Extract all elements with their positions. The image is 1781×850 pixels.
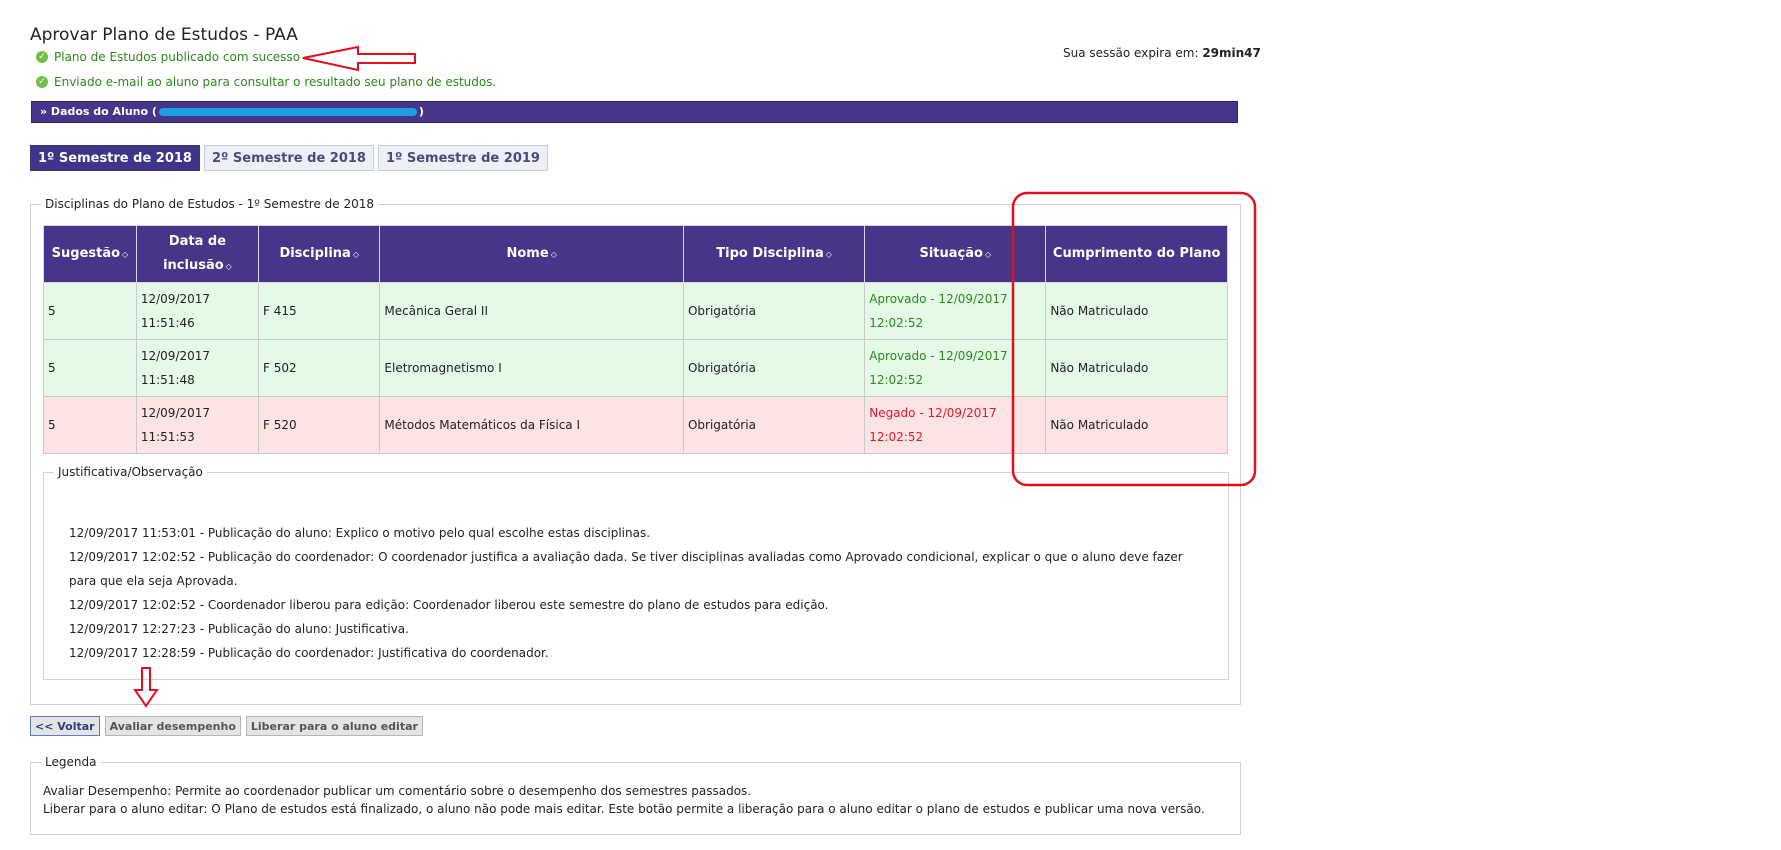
log-entry: 12/09/2017 12:02:52 - Coordenador libero… xyxy=(69,598,829,612)
col-cumprimento: Cumprimento do Plano xyxy=(1045,225,1228,283)
cell-data-inclusao: 12/09/2017 11:51:46 xyxy=(135,282,260,340)
cell-disciplina: F 520 xyxy=(258,396,381,454)
log-entry: para que ela seja Aprovada. xyxy=(69,574,238,588)
table-row: 5 12/09/2017 11:51:53 F 520 Métodos Matem… xyxy=(43,396,1228,454)
release-for-editing-button[interactable]: Liberar para o aluno editar xyxy=(245,716,423,736)
session-label: Sua sessão expira em: xyxy=(1063,46,1199,60)
redaction-mark xyxy=(158,108,417,116)
legend-line: Liberar para o aluno editar: O Plano de … xyxy=(43,802,1205,816)
col-tipo[interactable]: Tipo Disciplina ◇ xyxy=(682,225,866,283)
sort-icon: ◇ xyxy=(984,249,992,259)
cell-cumprimento: Não Matriculado xyxy=(1045,396,1228,454)
session-value: 29min47 xyxy=(1202,46,1261,60)
evaluate-performance-button[interactable]: Avaliar desempenho xyxy=(104,716,241,736)
email-sent-message: ✓ Enviado e-mail ao aluno para consultar… xyxy=(36,75,496,89)
cell-nome: Eletromagnetismo I xyxy=(379,339,684,397)
legend-line: Avaliar Desempenho: Permite ao coordenad… xyxy=(43,784,752,798)
cell-sugestao: 5 xyxy=(43,339,137,397)
justification-legend: Justificativa/Observação xyxy=(58,465,203,479)
success-message-text: Plano de Estudos publicado com sucesso xyxy=(54,50,301,64)
justification-log: 12/09/2017 11:53:01 - Publicação do alun… xyxy=(69,521,1209,665)
cell-cumprimento: Não Matriculado xyxy=(1045,282,1228,340)
cell-tipo: Obrigatória xyxy=(682,282,866,340)
legend-title: Legenda xyxy=(45,755,97,769)
disciplines-table: Sugestão ◇ Data de inclusão ◇ Disciplina ◇ N… xyxy=(43,225,1228,454)
sort-icon: ◇ xyxy=(825,249,832,259)
student-bar-close: ) xyxy=(418,105,424,118)
cell-situacao: Aprovado - 12/09/2017 12:02:52 xyxy=(864,339,1047,397)
col-nome[interactable]: Nome ◇ xyxy=(379,225,684,283)
col-sugestao[interactable]: Sugestão ◇ xyxy=(43,225,137,283)
action-buttons: << Voltar Avaliar desempenho Liberar par… xyxy=(30,716,423,736)
session-timer: Sua sessão expira em: 29min47 xyxy=(1063,46,1261,60)
log-entry: 12/09/2017 12:02:52 - Publicação do coor… xyxy=(69,550,1183,564)
table-row: 5 12/09/2017 11:51:46 F 415 Mecânica Gera… xyxy=(43,282,1228,340)
success-message: ✓ Plano de Estudos publicado com sucesso xyxy=(36,50,300,64)
student-data-bar[interactable]: » Dados do Aluno () xyxy=(31,101,1238,123)
email-sent-message-text: Enviado e-mail ao aluno para consultar o… xyxy=(54,75,497,89)
student-bar-label: » Dados do Aluno ( xyxy=(40,105,157,118)
arrow-annotation-left xyxy=(302,45,416,72)
col-situacao[interactable]: Situação ◇ xyxy=(864,225,1047,283)
cell-nome: Métodos Matemáticos da Física I xyxy=(379,396,684,454)
log-entry: 12/09/2017 12:27:23 - Publicação do alun… xyxy=(69,622,409,636)
cell-nome: Mecânica Geral II xyxy=(379,282,684,340)
cell-sugestao: 5 xyxy=(43,396,137,454)
sort-icon: ◇ xyxy=(352,249,359,259)
cell-situacao: Aprovado - 12/09/2017 12:02:52 xyxy=(864,282,1047,340)
cell-tipo: Obrigatória xyxy=(682,396,866,454)
page-title: Aprovar Plano de Estudos - PAA xyxy=(30,25,298,46)
table-row: 5 12/09/2017 11:51:48 F 502 Eletromagneti… xyxy=(43,339,1228,397)
check-icon: ✓ xyxy=(36,76,48,88)
disciplines-legend: Disciplinas do Plano de Estudos - 1º Sem… xyxy=(45,197,375,211)
cell-data-inclusao: 12/09/2017 11:51:53 xyxy=(135,396,260,454)
cell-data-inclusao: 12/09/2017 11:51:48 xyxy=(135,339,260,397)
tab-semester-2-2018[interactable]: 2º Semestre de 2018 xyxy=(203,145,374,171)
log-entry: 12/09/2017 11:53:01 - Publicação do alun… xyxy=(69,526,651,540)
log-entry: 12/09/2017 12:28:59 - Publicação do coor… xyxy=(69,646,549,660)
cell-disciplina: F 502 xyxy=(258,339,381,397)
check-icon: ✓ xyxy=(36,51,48,63)
tab-semester-1-2019[interactable]: 1º Semestre de 2019 xyxy=(377,145,548,171)
sort-icon: ◇ xyxy=(122,249,129,259)
semester-tabs: 1º Semestre de 2018 2º Semestre de 2018 … xyxy=(30,145,548,171)
cell-cumprimento: Não Matriculado xyxy=(1045,339,1228,397)
sort-icon: ◇ xyxy=(550,249,557,259)
tab-semester-1-2018[interactable]: 1º Semestre de 2018 xyxy=(30,145,200,171)
cell-sugestao: 5 xyxy=(43,282,137,340)
legend-text: Avaliar Desempenho: Permite ao coordenad… xyxy=(43,782,1205,818)
sort-icon: ◇ xyxy=(225,261,232,271)
cell-disciplina: F 415 xyxy=(258,282,381,340)
cell-tipo: Obrigatória xyxy=(682,339,866,397)
col-data-inclusao[interactable]: Data de inclusão ◇ xyxy=(135,225,260,283)
col-disciplina[interactable]: Disciplina ◇ xyxy=(258,225,381,283)
cell-situacao: Negado - 12/09/2017 12:02:52 xyxy=(864,396,1047,454)
back-button[interactable]: << Voltar xyxy=(30,716,100,736)
